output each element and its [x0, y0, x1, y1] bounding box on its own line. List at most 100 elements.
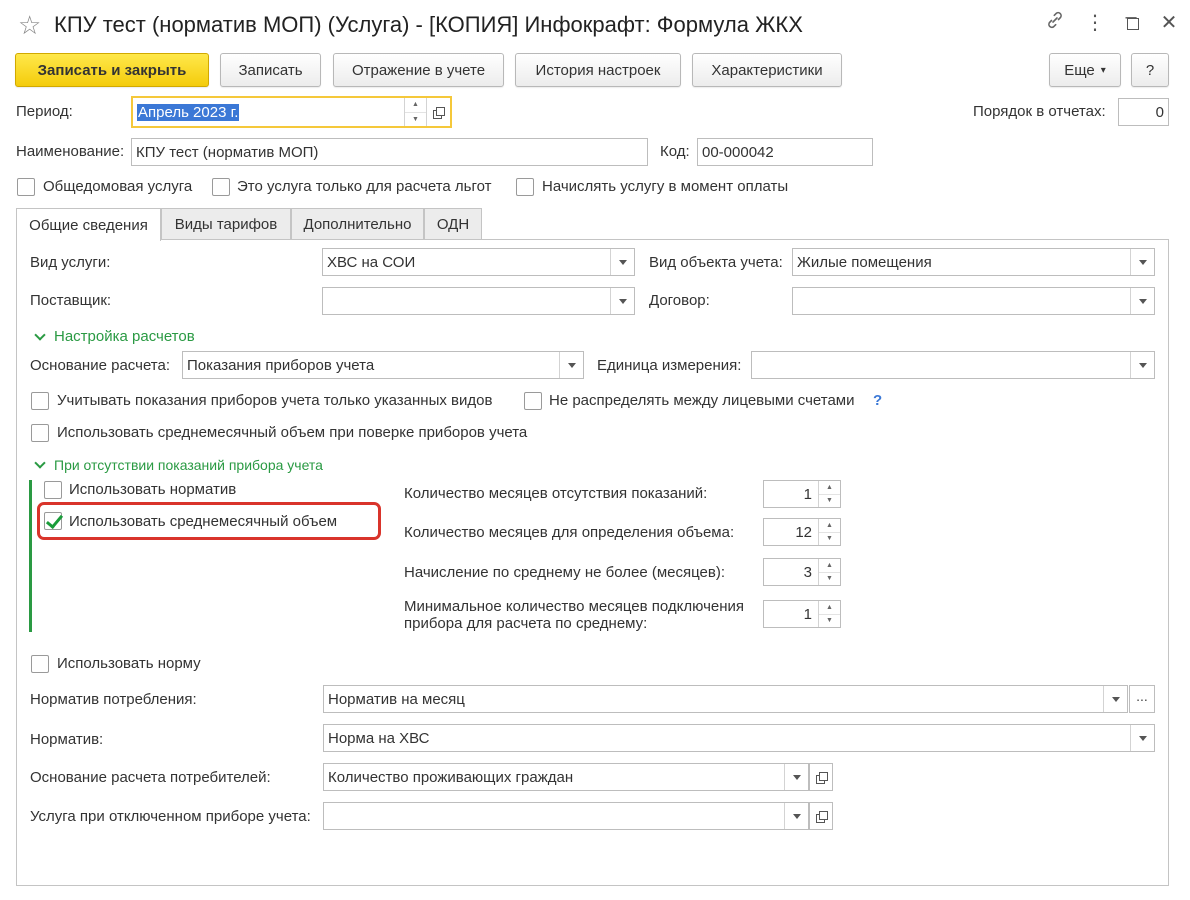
help-button[interactable]: ?	[1131, 53, 1169, 87]
spin-up-icon[interactable]: ▲	[819, 559, 840, 573]
object-type-label: Вид объекта учета:	[649, 254, 783, 271]
min-months-label-line2: прибора для расчета по среднему:	[404, 615, 648, 632]
charge-on-payment-checkbox[interactable]	[516, 178, 534, 196]
disabled-meter-select[interactable]	[323, 802, 809, 830]
avg-verification-checkbox[interactable]	[31, 424, 49, 442]
period-spin[interactable]: ▲ ▼	[404, 98, 426, 126]
use-normative-checkbox[interactable]	[44, 481, 62, 499]
link-icon[interactable]	[1042, 10, 1068, 36]
spin-down-icon[interactable]: ▼	[819, 533, 840, 546]
star-icon[interactable]: ☆	[18, 10, 41, 41]
open-icon	[433, 106, 445, 119]
chevron-down-icon[interactable]	[610, 288, 634, 314]
close-icon[interactable]: ✕	[1156, 10, 1182, 35]
chevron-down-icon[interactable]	[784, 764, 808, 790]
chevron-down-icon[interactable]	[1130, 725, 1154, 751]
code-label: Код:	[660, 143, 690, 160]
avg-max-spin[interactable]: ▲ ▼	[818, 559, 840, 585]
order-label: Порядок в отчетах:	[973, 103, 1106, 120]
contract-select[interactable]	[792, 287, 1155, 315]
avg-max-value: 3	[803, 563, 812, 581]
normative-select[interactable]: Норма на ХВС	[323, 724, 1155, 752]
tab-additional[interactable]: Дополнительно	[291, 208, 424, 240]
months-absent-value: 1	[803, 485, 812, 503]
use-norm-checkbox[interactable]	[31, 655, 49, 673]
calc-settings-section[interactable]: Настройка расчетов	[34, 328, 195, 345]
use-average-checkbox[interactable]	[44, 512, 62, 530]
min-months-spin[interactable]: ▲ ▼	[818, 601, 840, 627]
section-group-bar	[29, 480, 32, 632]
chevron-down-icon[interactable]	[1130, 288, 1154, 314]
months-absent-spin[interactable]: ▲ ▼	[818, 481, 840, 507]
accounting-button[interactable]: Отражение в учете	[333, 53, 504, 87]
chevron-down-icon[interactable]	[610, 249, 634, 275]
period-label: Период:	[16, 103, 73, 120]
service-type-label: Вид услуги:	[30, 254, 111, 271]
settings-history-button[interactable]: История настроек	[515, 53, 681, 87]
tab-tariff-types[interactable]: Виды тарифов	[161, 208, 291, 240]
chevron-down-icon[interactable]	[1130, 352, 1154, 378]
absence-section[interactable]: При отсутствии показаний прибора учета	[34, 457, 323, 473]
maximize-icon[interactable]	[1127, 18, 1139, 30]
spin-down-icon[interactable]: ▼	[819, 573, 840, 586]
chevron-down-icon[interactable]	[784, 803, 808, 829]
avg-max-label: Начисление по среднему не более (месяцев…	[404, 564, 725, 581]
supplier-select[interactable]	[322, 287, 635, 315]
months-volume-label: Количество месяцев для определения объем…	[404, 524, 735, 541]
consumption-norm-value: Норматив на месяц	[328, 690, 465, 708]
name-input[interactable]: КПУ тест (норматив МОП)	[131, 138, 648, 166]
chevron-down-icon[interactable]	[1103, 686, 1127, 712]
tab-odn[interactable]: ОДН	[424, 208, 482, 240]
tab-general[interactable]: Общие сведения	[16, 208, 161, 241]
consumption-norm-select-button[interactable]: ...	[1129, 685, 1155, 713]
months-volume-input[interactable]: 12 ▲ ▼	[763, 518, 841, 546]
spin-down-icon[interactable]: ▼	[819, 615, 840, 628]
consumption-norm-select[interactable]: Норматив на месяц	[323, 685, 1128, 713]
spin-up-icon[interactable]: ▲	[819, 481, 840, 495]
benefits-only-label: Это услуга только для расчета льгот	[237, 178, 492, 195]
spin-down-icon[interactable]: ▼	[405, 113, 426, 127]
spin-up-icon[interactable]: ▲	[819, 519, 840, 533]
spin-up-icon[interactable]: ▲	[819, 601, 840, 615]
contract-label: Договор:	[649, 292, 710, 309]
code-input[interactable]: 00-000042	[697, 138, 873, 166]
min-months-input[interactable]: 1 ▲ ▼	[763, 600, 841, 628]
consumers-basis-select[interactable]: Количество проживающих граждан	[323, 763, 809, 791]
chevron-down-icon[interactable]	[1130, 249, 1154, 275]
consumers-basis-open-button[interactable]	[809, 763, 833, 791]
service-type-value: ХВС на СОИ	[327, 253, 416, 271]
more-vertical-icon[interactable]: ⋮	[1082, 10, 1108, 35]
months-volume-spin[interactable]: ▲ ▼	[818, 519, 840, 545]
disabled-meter-open-button[interactable]	[809, 802, 833, 830]
save-button[interactable]: Записать	[220, 53, 321, 87]
help-icon[interactable]: ?	[873, 392, 882, 409]
disabled-meter-label: Услуга при отключенном приборе учета:	[30, 808, 311, 825]
unit-label: Единица измерения:	[597, 357, 742, 374]
unit-select[interactable]	[751, 351, 1155, 379]
spin-up-icon[interactable]: ▲	[405, 98, 426, 113]
only-types-checkbox[interactable]	[31, 392, 49, 410]
object-type-select[interactable]: Жилые помещения	[792, 248, 1155, 276]
months-volume-value: 12	[795, 523, 812, 541]
no-distribute-label: Не распределять между лицевыми счетами	[549, 392, 855, 409]
spin-down-icon[interactable]: ▼	[819, 495, 840, 508]
benefits-only-checkbox[interactable]	[212, 178, 230, 196]
calc-basis-select[interactable]: Показания приборов учета	[182, 351, 584, 379]
window-title: КПУ тест (норматив МОП) (Услуга) - [КОПИ…	[54, 12, 803, 37]
common-house-checkbox[interactable]	[17, 178, 35, 196]
save-and-close-button[interactable]: Записать и закрыть	[15, 53, 209, 87]
consumers-basis-value: Количество проживающих граждан	[328, 768, 574, 786]
months-absent-input[interactable]: 1 ▲ ▼	[763, 480, 841, 508]
ellipsis-icon: ...	[1136, 688, 1148, 704]
avg-max-input[interactable]: 3 ▲ ▼	[763, 558, 841, 586]
chevron-down-icon[interactable]	[559, 352, 583, 378]
min-months-value: 1	[803, 605, 812, 623]
period-open-button[interactable]	[426, 98, 450, 126]
absence-section-title: При отсутствии показаний прибора учета	[54, 457, 323, 473]
period-field[interactable]: Апрель 2023 г. ▲ ▼	[131, 96, 452, 128]
order-input[interactable]: 0	[1118, 98, 1169, 126]
service-type-select[interactable]: ХВС на СОИ	[322, 248, 635, 276]
characteristics-button[interactable]: Характеристики	[692, 53, 842, 87]
no-distribute-checkbox[interactable]	[524, 392, 542, 410]
more-button[interactable]: Еще ▾	[1049, 53, 1121, 87]
